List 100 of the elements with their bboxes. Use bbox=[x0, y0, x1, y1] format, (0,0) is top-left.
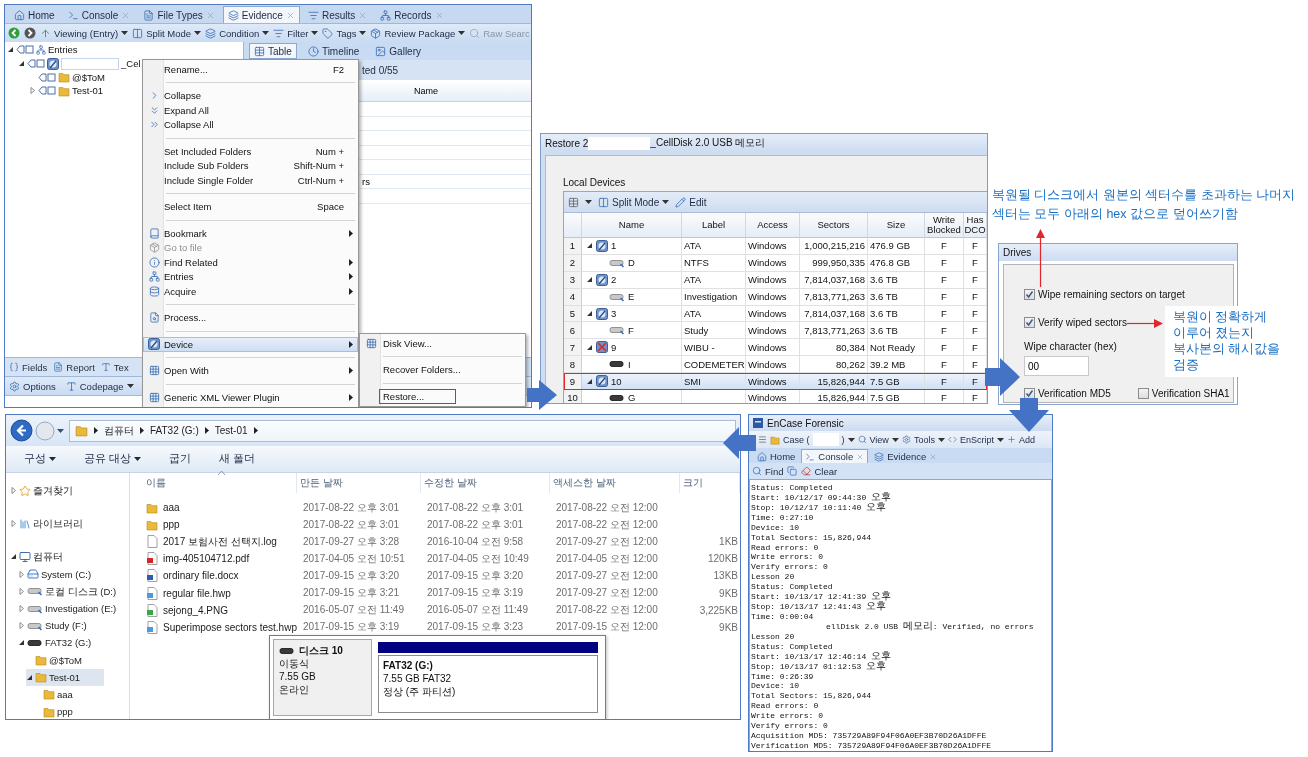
nav-item[interactable]: 로컬 디스크 (D:) bbox=[18, 582, 117, 600]
nav-item[interactable]: ppp bbox=[34, 703, 73, 719]
checkbox[interactable] bbox=[1024, 288, 1035, 300]
toolbar-button[interactable]: Options bbox=[9, 380, 56, 392]
selector-icon[interactable] bbox=[38, 86, 56, 96]
tab[interactable]: Results bbox=[302, 6, 373, 23]
checkbox[interactable] bbox=[1024, 316, 1035, 328]
file-row[interactable]: sejong_4.PNG 2016-05-07 오전 11:49 2016-05-07 오전 11:49 2017-08-22 오전 12:00 3,225KB bbox=[130, 601, 740, 619]
toolbar-button[interactable]: Split Mode bbox=[132, 27, 202, 39]
collapsed-arrow-icon[interactable] bbox=[18, 570, 25, 578]
menu-item[interactable]: Include Single Folder Ctrl-Num + bbox=[143, 173, 358, 188]
nav-item[interactable]: @$ToM bbox=[26, 651, 82, 669]
column-header[interactable]: Name bbox=[414, 85, 438, 96]
tree-item[interactable]: _Cel bbox=[18, 56, 141, 71]
tab[interactable]: Console bbox=[801, 449, 869, 463]
toolbar-button[interactable]: Tags bbox=[322, 27, 367, 39]
menu-item[interactable]: Select Item Space bbox=[143, 199, 358, 214]
collapsed-arrow-icon[interactable] bbox=[18, 605, 25, 613]
file-row[interactable]: Superimpose sectors test.hwp 2017-09-15 오후 3:19 2017-09-15 오후 3:23 2017-09-15 오전 12:00 9KB bbox=[130, 618, 740, 636]
toolbar-button[interactable]: Condition bbox=[205, 27, 270, 39]
toolbar-button[interactable]: EnScript bbox=[947, 434, 1004, 445]
breadcrumb[interactable]: Test-01 bbox=[214, 425, 248, 436]
file-row[interactable]: ppp 2017-08-22 오후 3:01 2017-08-22 오후 3:01 2017-08-22 오전 12:00 bbox=[130, 516, 740, 534]
expanded-arrow-icon[interactable] bbox=[10, 553, 17, 561]
toolbar-button[interactable]: 공유 대상 bbox=[84, 452, 141, 466]
toolbar-button[interactable]: Edit bbox=[675, 196, 707, 208]
toolbar-button[interactable]: Add bbox=[1006, 434, 1035, 445]
tree-item[interactable]: Entries bbox=[7, 43, 78, 57]
expanded-arrow-icon[interactable] bbox=[26, 673, 33, 681]
tree-item[interactable]: Test-01 bbox=[29, 84, 104, 98]
table-row[interactable]: 2 D NTFS Windows 999,950,335 476.8 GB F F bbox=[564, 254, 987, 272]
menu-item[interactable]: Bookmark bbox=[143, 226, 358, 241]
table-row[interactable]: 6 F Study Windows 7,813,771,263 3.6 TB F F bbox=[564, 322, 987, 340]
tab[interactable]: Records bbox=[375, 6, 449, 23]
nav-item[interactable]: 라이브러리 bbox=[10, 515, 83, 533]
menu-item[interactable]: Expand All bbox=[143, 103, 358, 118]
tab[interactable]: Evidence bbox=[222, 6, 300, 23]
toolbar-button[interactable]: Codepage bbox=[65, 380, 134, 392]
menu-item[interactable]: Set Included Folders Num + bbox=[143, 144, 358, 159]
menu-item[interactable]: Device bbox=[143, 337, 358, 352]
table-row[interactable]: 9 10 SMI Windows 15,826,944 7.5 GB F F bbox=[564, 373, 987, 390]
tab[interactable]: File Types bbox=[138, 6, 220, 23]
table-row[interactable]: 10 G Windows 15,826,944 7.5 GB F F bbox=[564, 390, 987, 403]
tab[interactable]: Tex bbox=[100, 361, 129, 373]
menu-item[interactable]: Acquire bbox=[143, 284, 358, 299]
menu-item[interactable]: Entries bbox=[143, 269, 358, 284]
nav-item[interactable]: 즐겨찾기 bbox=[10, 482, 73, 500]
column-header[interactable]: Label bbox=[682, 213, 746, 238]
table-row[interactable]: 4 E Investigation Windows 7,813,771,263 3.6 TB F F bbox=[564, 288, 987, 306]
nav-item[interactable]: FAT32 (G:) bbox=[18, 634, 92, 652]
toolbar-button[interactable]: Viewing (Entry) bbox=[40, 27, 129, 39]
toolbar-button[interactable]: Case ( ) bbox=[770, 433, 855, 446]
expanded-arrow-icon[interactable] bbox=[7, 46, 14, 54]
tab[interactable]: Fields bbox=[9, 361, 48, 373]
expanded-arrow-icon[interactable] bbox=[586, 377, 593, 385]
column-header[interactable]: Write Blocked bbox=[925, 213, 964, 238]
expanded-arrow-icon[interactable] bbox=[586, 343, 593, 351]
column-header[interactable]: Access bbox=[746, 213, 800, 238]
collapsed-arrow-icon[interactable] bbox=[10, 487, 17, 495]
column-header[interactable]: Has DCO bbox=[964, 213, 987, 238]
forward-icon[interactable] bbox=[24, 27, 36, 39]
menu-item[interactable]: Open With bbox=[143, 363, 358, 378]
collapsed-arrow-icon[interactable] bbox=[29, 87, 36, 95]
menu-item[interactable]: Generic XML Viewer Plugin bbox=[143, 390, 358, 405]
tab[interactable]: Home bbox=[9, 6, 60, 23]
selector-icon[interactable] bbox=[38, 72, 56, 82]
toolbar-button[interactable]: 굽기 bbox=[168, 452, 191, 466]
column-header[interactable]: 만든 날짜 bbox=[300, 476, 343, 490]
nav-item[interactable]: Test-01 bbox=[26, 668, 105, 686]
expanded-arrow-icon[interactable] bbox=[18, 639, 25, 647]
expanded-arrow-icon[interactable] bbox=[586, 276, 593, 284]
back-icon[interactable] bbox=[10, 419, 33, 442]
menu-item[interactable]: Restore... bbox=[360, 389, 525, 404]
menu-item[interactable]: Rename... F2 bbox=[143, 62, 358, 77]
collapsed-arrow-icon[interactable] bbox=[18, 587, 25, 595]
expanded-arrow-icon[interactable] bbox=[18, 60, 25, 68]
toolbar-button[interactable]: View bbox=[857, 434, 899, 445]
tab[interactable]: Console bbox=[62, 6, 136, 23]
close-icon[interactable] bbox=[285, 10, 295, 20]
breadcrumb[interactable]: 컴퓨터 bbox=[104, 423, 134, 438]
tab[interactable]: Gallery bbox=[370, 43, 426, 59]
column-header[interactable]: Sectors bbox=[800, 213, 868, 238]
input-field[interactable]: 00 bbox=[1024, 356, 1089, 376]
tab[interactable]: Home bbox=[753, 449, 800, 463]
tab[interactable]: Report bbox=[53, 361, 95, 373]
tab[interactable]: Timeline bbox=[302, 43, 365, 59]
file-row[interactable]: ordinary file.docx 2017-09-15 오후 3:20 2017-09-15 오후 3:20 2017-09-27 오전 12:00 13KB bbox=[130, 567, 740, 585]
collapsed-arrow-icon[interactable] bbox=[10, 520, 17, 528]
file-row[interactable]: img-405104712.pdf 2017-04-05 오전 10:51 2017-04-05 오전 10:49 2017-04-05 오전 12:00 120KB bbox=[130, 550, 740, 568]
table-row[interactable]: 5 3 ATA Windows 7,814,037,168 3.6 TB F F bbox=[564, 305, 987, 323]
column-header[interactable]: 수정한 날짜 bbox=[424, 476, 477, 490]
menu-item[interactable]: Recover Folders... bbox=[360, 362, 525, 377]
table-row[interactable]: 3 2 ATA Windows 7,814,037,168 3.6 TB F F bbox=[564, 271, 987, 289]
table-row[interactable]: 7 9 WIBU - Windows 80,384 Not Ready F F bbox=[564, 339, 987, 357]
tab[interactable]: Table bbox=[249, 43, 297, 59]
toolbar-button[interactable]: Filter bbox=[273, 27, 319, 39]
expanded-arrow-icon[interactable] bbox=[586, 242, 593, 250]
toolbar-button[interactable]: 새 폴더 bbox=[218, 452, 255, 466]
toolbar-button[interactable]: Clear bbox=[801, 465, 838, 477]
collapsed-arrow-icon[interactable] bbox=[18, 622, 25, 630]
